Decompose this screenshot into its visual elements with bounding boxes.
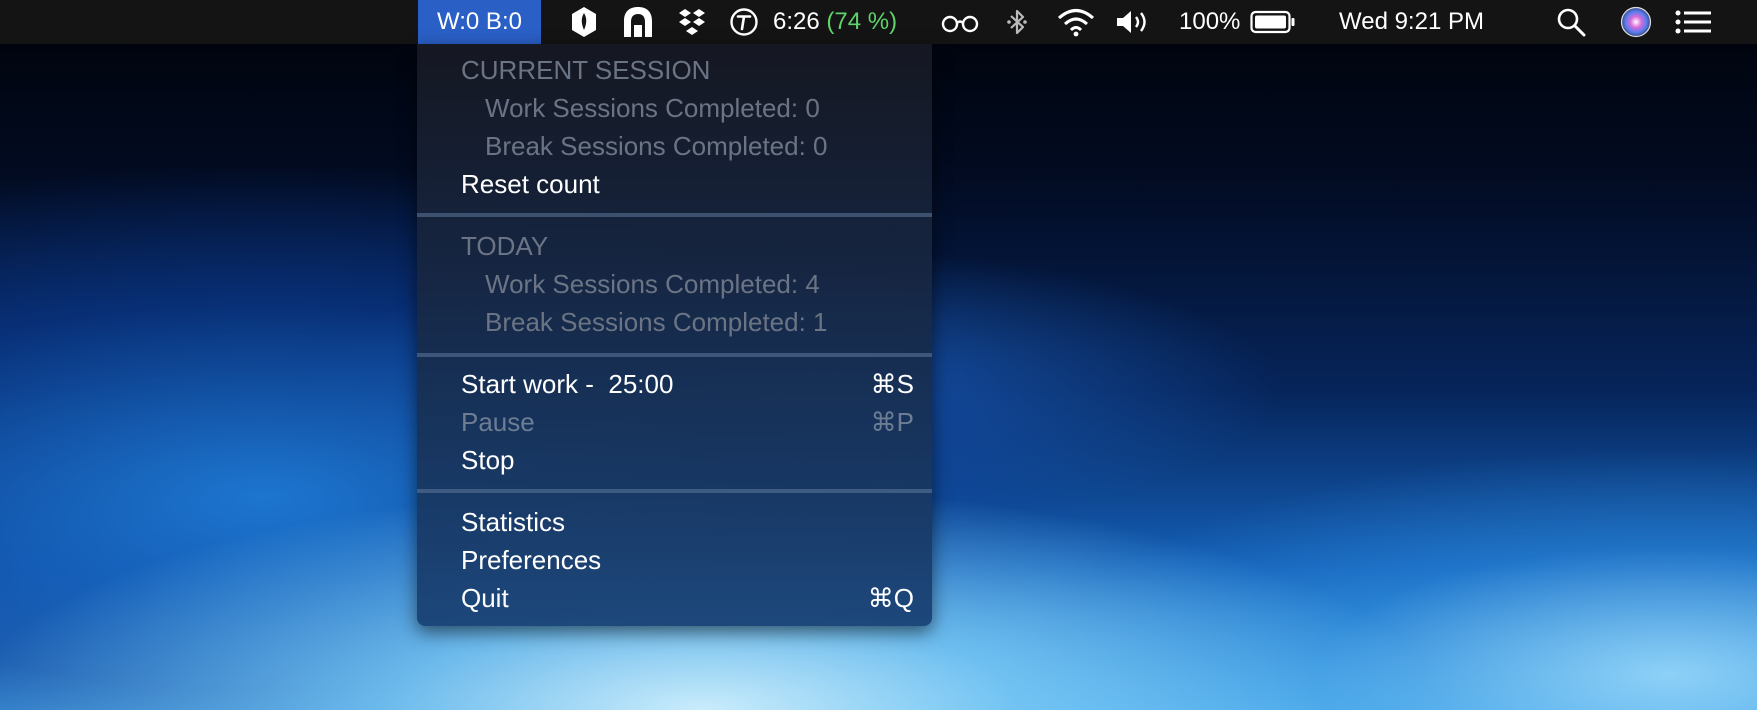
pause-shortcut: ⌘P — [870, 407, 914, 437]
today-break-sessions: Break Sessions Completed: 1 — [417, 303, 932, 341]
today-work-sessions-label: Work Sessions Completed: 4 — [485, 269, 820, 299]
menu-separator — [417, 489, 932, 493]
today-break-sessions-label: Break Sessions Completed: 1 — [485, 307, 828, 337]
volume-icon[interactable] — [1114, 0, 1154, 44]
battery-percent[interactable]: 100% — [1179, 0, 1240, 44]
pen-nib-icon[interactable] — [566, 0, 602, 44]
reset-count-label: Reset count — [461, 169, 600, 199]
current-session-header: CURRENT SESSION — [417, 51, 932, 89]
current-work-sessions-label: Work Sessions Completed: 0 — [485, 93, 820, 123]
quit-shortcut: ⌘Q — [867, 583, 914, 613]
bluetooth-icon[interactable] — [1004, 0, 1030, 44]
menubar-clock[interactable]: Wed 9:21 PM — [1339, 0, 1484, 44]
quit-menu-item[interactable]: Quit ⌘Q — [417, 579, 932, 617]
siri-icon[interactable] — [1618, 0, 1654, 44]
today-work-sessions: Work Sessions Completed: 4 — [417, 265, 932, 303]
battery-time-remaining[interactable]: 6:26 (74 %) — [773, 0, 897, 44]
today-header: TODAY — [417, 227, 932, 265]
today-header-label: TODAY — [461, 231, 549, 261]
battery-time-value: 6:26 — [773, 8, 820, 35]
start-work-menu-item[interactable]: Start work - 25:00 ⌘S — [417, 365, 932, 403]
battery-time-percent: (74 %) — [826, 8, 898, 35]
menu-bar: W:0 B:0 6:26 (74 %) 100% Wed 9:21 PM — [0, 0, 1757, 44]
preferences-menu-item[interactable]: Preferences — [417, 541, 932, 579]
stop-menu-item[interactable]: Stop — [417, 441, 932, 479]
current-break-sessions: Break Sessions Completed: 0 — [417, 127, 932, 165]
current-break-sessions-label: Break Sessions Completed: 0 — [485, 131, 828, 161]
wifi-icon[interactable] — [1056, 0, 1096, 44]
current-work-sessions: Work Sessions Completed: 0 — [417, 89, 932, 127]
pause-menu-item[interactable]: Pause ⌘P — [417, 403, 932, 441]
pause-label: Pause — [461, 407, 535, 437]
start-work-label: Start work - 25:00 — [461, 369, 674, 399]
timer-t-icon[interactable] — [728, 0, 760, 44]
battery-icon[interactable] — [1250, 0, 1296, 44]
pomodoro-dropdown-menu: CURRENT SESSION Work Sessions Completed:… — [417, 44, 932, 626]
menu-separator — [417, 213, 932, 217]
statistics-label: Statistics — [461, 507, 566, 537]
spotlight-search-icon[interactable] — [1554, 0, 1588, 44]
preferences-label: Preferences — [461, 545, 602, 575]
reset-count-menu-item[interactable]: Reset count — [417, 165, 932, 203]
menu-separator — [417, 353, 932, 357]
start-work-shortcut: ⌘S — [870, 369, 914, 399]
notification-center-icon[interactable] — [1674, 0, 1714, 44]
dropbox-icon[interactable] — [676, 0, 708, 44]
statistics-menu-item[interactable]: Statistics — [417, 503, 932, 541]
pomodoro-status-item[interactable]: W:0 B:0 — [418, 0, 541, 44]
stop-label: Stop — [461, 445, 515, 475]
glasses-icon[interactable] — [940, 0, 980, 44]
quit-label: Quit — [461, 583, 509, 613]
current-session-header-label: CURRENT SESSION — [461, 55, 711, 85]
arch-icon[interactable] — [618, 0, 658, 44]
